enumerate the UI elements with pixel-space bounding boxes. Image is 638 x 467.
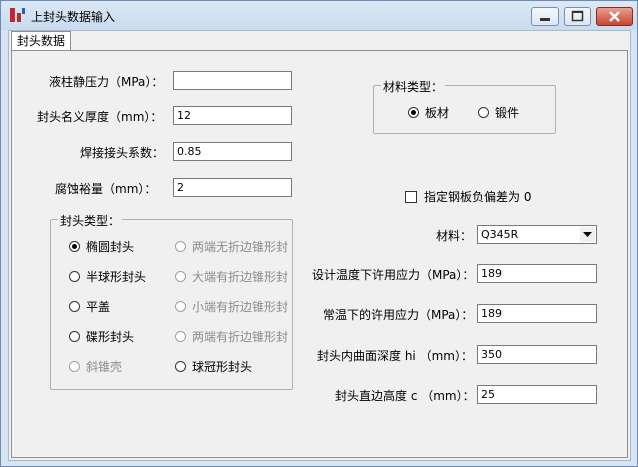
checkbox-box [405,190,417,203]
room-temp-stress-label: 常温下的许用应力（MPa）： [323,308,474,322]
radio-ellipsoidal[interactable]: 椭圆封头 [69,238,134,255]
corrosion-input[interactable]: 2 [173,178,292,197]
radio-label: 斜锥壳 [86,360,123,374]
radio-dot [175,271,186,282]
inner-depth-label: 封头内曲面深度 hi （mm）： [317,349,473,363]
maximize-button[interactable] [564,7,591,26]
tab-head-data[interactable]: 封头数据 [11,31,72,51]
radio-label: 大端有折边锥形封 [192,270,289,284]
straight-height-label: 封头直边高度 c （mm）： [335,389,475,403]
radio-dot [478,107,489,118]
checkbox-label: 指定钢板负偏差为 0 [424,190,532,204]
room-temp-stress-input[interactable]: 189 [477,304,597,323]
straight-height-input[interactable]: 25 [477,385,597,404]
material-label: 材料： [436,229,473,243]
radio-cone-small-end: 小端有折边锥形封 [175,298,288,315]
material-type-group: 材料类型： 板材 锻件 [373,78,556,134]
radio-label: 球冠形封头 [192,360,253,374]
design-temp-stress-label: 设计温度下许用应力（MPa）： [312,268,475,282]
radio-dot [408,107,419,118]
hydro-pressure-label: 液柱静压力（MPa）： [49,75,164,89]
maximize-icon [571,10,584,22]
title-bar[interactable]: 上封头数据输入 [1,1,637,30]
minimize-button[interactable] [531,7,559,26]
radio-label: 碟形封头 [86,330,135,344]
client-area: 封头数据 液柱静压力（MPa）： 封头名义厚度（mm）： 12 焊接接头系数： … [8,30,631,461]
tab-panel: 液柱静压力（MPa）： 封头名义厚度（mm）： 12 焊接接头系数： 0.85 … [11,50,628,458]
radio-dot [175,301,186,312]
radio-hemispherical[interactable]: 半球形封头 [69,268,146,285]
radio-dot [69,271,80,282]
radio-label: 小端有折边锥形封 [192,300,289,314]
inner-depth-input[interactable]: 350 [477,345,597,364]
nominal-thickness-input[interactable]: 12 [173,106,292,125]
radio-flat-cover[interactable]: 平盖 [69,298,110,315]
radio-label: 平盖 [86,300,111,314]
radio-label: 两端无折边锥形封 [192,240,289,254]
app-icon [10,8,25,22]
radio-dot [175,361,186,372]
weld-coeff-label: 焊接接头系数： [80,146,165,160]
head-type-title: 封头类型： [58,212,123,229]
chevron-down-icon[interactable] [580,227,595,242]
radio-dot [69,331,80,342]
radio-label: 椭圆封头 [86,240,135,254]
radio-cone-no-flange: 两端无折边锥形封 [175,238,288,255]
dialog-window: 上封头数据输入 封头数据 液柱静压力（MPa）： 封头名义厚度（mm）： 12 … [0,0,638,467]
close-icon [609,11,620,22]
radio-label: 板材 [425,106,450,120]
radio-spherical-crown[interactable]: 球冠形封头 [175,358,252,375]
radio-dot [175,241,186,252]
close-button[interactable] [596,7,633,26]
radio-dot [175,331,186,342]
material-select-value: Q345R [481,228,519,241]
minimize-icon [540,18,550,21]
hydro-pressure-input[interactable] [173,71,292,90]
material-type-title: 材料类型： [381,78,446,95]
radio-dot [69,361,80,372]
window-title: 上封头数据输入 [31,10,116,24]
nominal-thickness-label: 封头名义厚度（mm）： [37,110,163,124]
radio-torispherical[interactable]: 碟形封头 [69,328,134,345]
radio-dot [69,301,80,312]
material-select[interactable]: Q345R [477,225,597,244]
radio-forging[interactable]: 锻件 [478,104,519,121]
head-type-group: 封头类型： 椭圆封头 两端无折边锥形封 半球形封头 大端有折边锥形封 平盖 小端… [50,212,293,390]
radio-dot [69,241,80,252]
radio-label: 半球形封头 [86,270,147,284]
radio-label: 锻件 [495,106,520,120]
radio-label: 两端有折边锥形封 [192,330,289,344]
corrosion-label: 腐蚀裕量（mm）： [55,182,157,196]
radio-cone-large-end: 大端有折边锥形封 [175,268,288,285]
radio-oblique-cone: 斜锥壳 [69,358,122,375]
design-temp-stress-input[interactable]: 189 [477,264,597,283]
zero-tolerance-checkbox[interactable]: 指定钢板负偏差为 0 [405,188,531,205]
radio-cone-both-flange: 两端有折边锥形封 [175,328,288,345]
radio-plate[interactable]: 板材 [408,104,449,121]
weld-coeff-input[interactable]: 0.85 [173,142,292,161]
